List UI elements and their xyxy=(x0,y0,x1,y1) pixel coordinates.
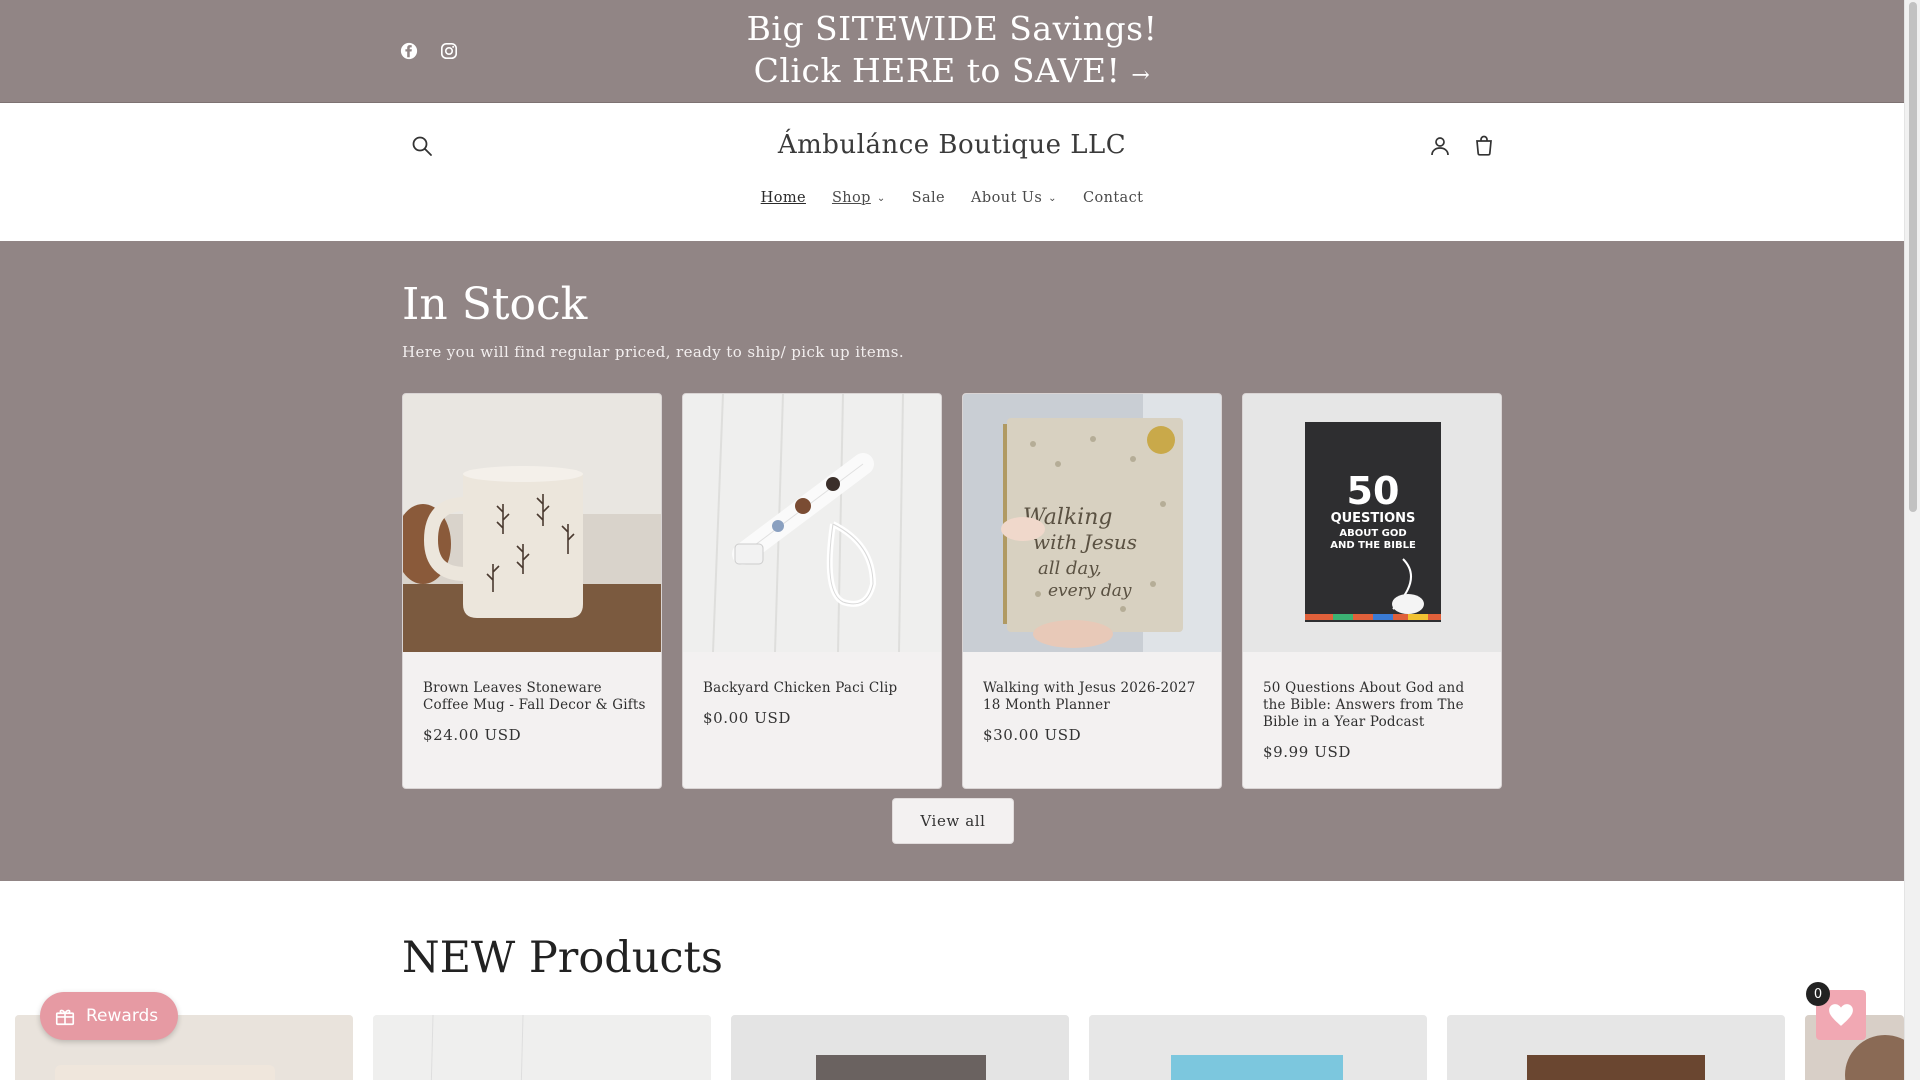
wishlist-count-badge: 0 xyxy=(1806,982,1830,1006)
view-all-button[interactable]: View all xyxy=(892,798,1014,844)
product-price: $9.99 USD xyxy=(1263,743,1352,761)
book-cover-line-1: QUESTIONS xyxy=(1331,511,1416,526)
product-title[interactable]: 50 Questions About God and the Bible: An… xyxy=(1263,680,1488,731)
announcement-line-1: Big SITEWIDE Savings! xyxy=(746,9,1158,48)
product-card[interactable] xyxy=(1089,1015,1427,1080)
announcement-link[interactable]: Big SITEWIDE Savings! Click HERE to SAVE… xyxy=(0,8,1904,97)
nav-item-shop[interactable]: Shop ⌄ xyxy=(830,190,888,206)
product-title[interactable]: Walking with Jesus 2026-2027 18 Month Pl… xyxy=(983,680,1208,714)
rewards-button[interactable]: Rewards xyxy=(40,992,178,1040)
announcement-bar: Big SITEWIDE Savings! Click HERE to SAVE… xyxy=(0,0,1904,103)
nav-item-sale[interactable]: Sale xyxy=(910,190,947,206)
product-image-paci-clip xyxy=(683,394,941,652)
book-cover-line-3: AND THE BIBLE xyxy=(1330,540,1416,551)
planner-cover-line-2: with Jesus xyxy=(1033,530,1137,554)
section-title: In Stock xyxy=(402,279,588,330)
book-cover-number: 50 xyxy=(1347,469,1400,513)
main-nav: Home Shop ⌄ Sale About Us ⌄ Contact xyxy=(0,190,1904,206)
nav-item-home[interactable]: Home xyxy=(759,190,808,206)
product-card[interactable] xyxy=(731,1015,1069,1080)
nav-item-about-us[interactable]: About Us ⌄ xyxy=(969,190,1059,206)
product-card[interactable]: Walking with Jesus all day, every day Wa… xyxy=(962,393,1222,789)
product-card[interactable] xyxy=(373,1015,711,1080)
nav-label: Shop xyxy=(831,190,871,206)
cart-button[interactable] xyxy=(1472,134,1498,160)
in-stock-section: In Stock Here you will find regular pric… xyxy=(0,241,1904,881)
announcement-line-2: Click HERE to SAVE! xyxy=(753,51,1121,90)
nav-item-contact[interactable]: Contact xyxy=(1081,190,1145,206)
product-card[interactable]: Brown Leaves Stoneware Coffee Mug - Fall… xyxy=(402,393,662,789)
product-title[interactable]: Backyard Chicken Paci Clip xyxy=(703,680,928,697)
scrollbar[interactable] xyxy=(1904,0,1920,1080)
rewards-label: Rewards xyxy=(86,1006,159,1026)
account-button[interactable] xyxy=(1428,134,1454,160)
product-title[interactable]: Brown Leaves Stoneware Coffee Mug - Fall… xyxy=(423,680,648,714)
product-grid: Brown Leaves Stoneware Coffee Mug - Fall… xyxy=(402,393,1502,789)
user-icon xyxy=(1431,137,1449,156)
nav-label: Home xyxy=(760,190,806,206)
section-subtitle: Here you will find regular priced, ready… xyxy=(402,343,904,361)
cart-icon xyxy=(1476,135,1492,156)
product-card[interactable]: Backyard Chicken Paci Clip $0.00 USD xyxy=(682,393,942,789)
book-cover-line-2: ABOUT GOD xyxy=(1339,528,1406,539)
chevron-down-icon: ⌄ xyxy=(1048,192,1057,204)
product-image-mug xyxy=(403,394,661,652)
heart-icon xyxy=(1829,1004,1853,1026)
nav-label: About Us xyxy=(971,190,1043,206)
planner-cover-line-3: all day, xyxy=(1038,558,1102,579)
gift-icon xyxy=(55,1009,75,1026)
product-card[interactable]: 50 QUESTIONS ABOUT GOD AND THE BIBLE 50 … xyxy=(1242,393,1502,789)
chevron-down-icon: ⌄ xyxy=(876,192,886,204)
site-header: Ámbulánce Boutique LLC Home Shop ⌄ Sale A… xyxy=(0,104,1904,241)
product-price: $0.00 USD xyxy=(703,709,792,727)
product-card[interactable] xyxy=(1447,1015,1785,1080)
section-title: NEW Products xyxy=(402,933,723,983)
product-price: $30.00 USD xyxy=(983,726,1082,744)
new-products-section: NEW Products xyxy=(0,881,1904,1080)
nav-label: Sale xyxy=(911,190,946,206)
product-image-book: 50 QUESTIONS ABOUT GOD AND THE BIBLE xyxy=(1243,394,1501,652)
product-price: $24.00 USD xyxy=(423,726,522,744)
product-image-planner: Walking with Jesus all day, every day xyxy=(963,394,1221,652)
store-logo[interactable]: Ámbulánce Boutique LLC xyxy=(0,130,1904,160)
planner-cover-line-4: every day xyxy=(1048,581,1132,601)
arrow-right-icon: → xyxy=(1131,63,1151,88)
nav-label: Contact xyxy=(1082,190,1144,206)
scrollbar-thumb[interactable] xyxy=(1909,2,1917,512)
